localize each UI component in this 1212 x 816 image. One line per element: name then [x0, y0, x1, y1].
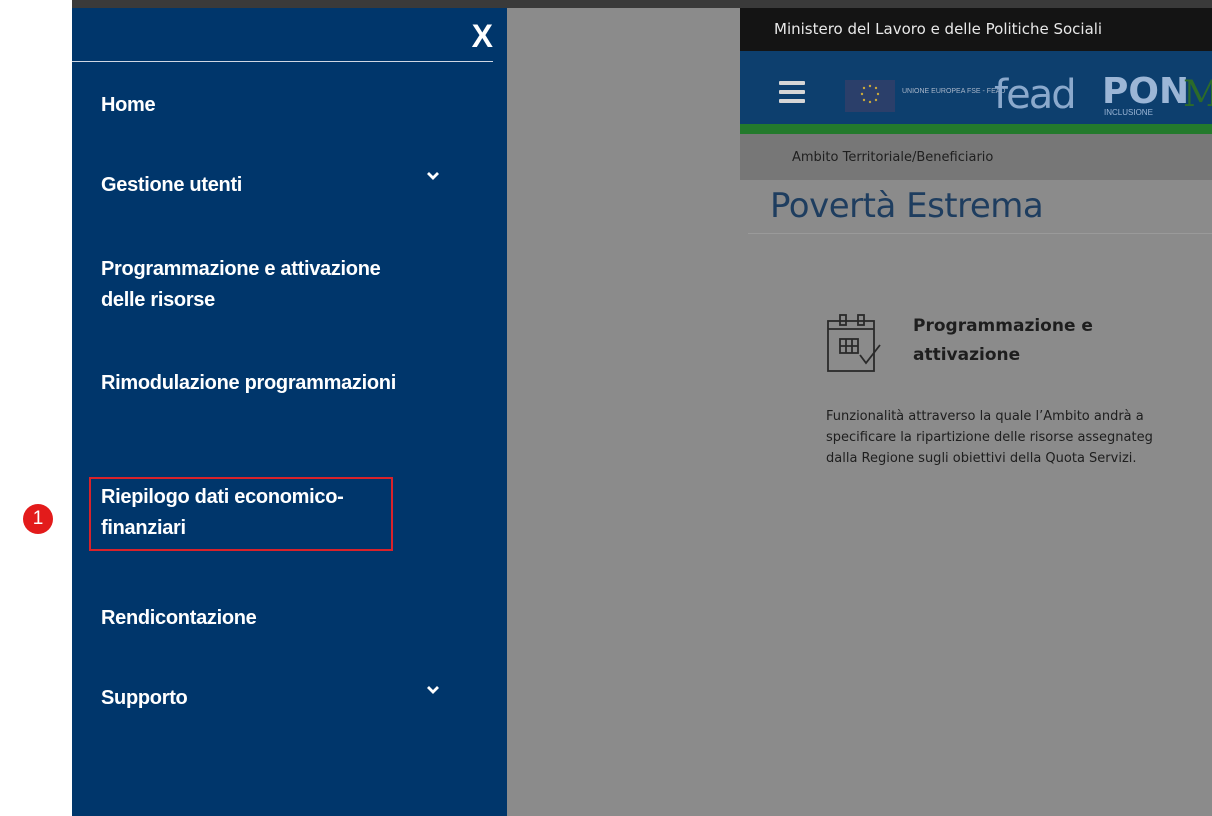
hamburger-menu-icon[interactable]: [779, 81, 805, 105]
card-description-line: Funzionalità attraverso la quale l’Ambit…: [826, 409, 1144, 424]
sidebar-item-gestione-utenti[interactable]: Gestione utenti: [101, 170, 401, 201]
breadcrumb[interactable]: Ambito Territoriale/Beneficiario: [792, 150, 993, 165]
fead-logo: fead: [994, 72, 1077, 118]
sidebar-item-supporto[interactable]: Supporto: [101, 683, 401, 714]
card-description: Funzionalità attraverso la quale l’Ambit…: [826, 406, 1212, 469]
sidebar-item-rendicontazione[interactable]: Rendicontazione: [101, 603, 401, 634]
sidebar-menu: X Home Gestione utenti Programmazione e …: [72, 8, 507, 816]
ministry-header: Ministero del Lavoro e delle Politiche S…: [740, 8, 1212, 51]
pon-logo: PON: [1102, 71, 1190, 112]
calendar-icon[interactable]: [826, 313, 884, 375]
brand-bar-stripe: [740, 124, 1212, 134]
card-title[interactable]: Programmazione e attivazione: [913, 312, 1173, 370]
pon-logo-subtitle: INCLUSIONE: [1104, 108, 1153, 117]
card-description-line: dalla Regione sugli obiettivi della Quot…: [826, 451, 1137, 466]
sidebar-item-programmazione[interactable]: Programmazione e attivazione delle risor…: [101, 254, 401, 316]
card-description-line: specificare la ripartizione delle risors…: [826, 430, 1153, 445]
ministry-logo: M: [1183, 74, 1212, 115]
close-sidebar-button[interactable]: X: [472, 18, 493, 54]
chevron-down-icon[interactable]: [426, 169, 440, 183]
title-divider: [748, 233, 1212, 234]
eu-logo-text: UNIONE EUROPEA FSE - FEAD: [902, 88, 1006, 95]
sidebar-item-rimodulazione[interactable]: Rimodulazione programmazioni: [101, 368, 401, 399]
sidebar-item-home[interactable]: Home: [101, 90, 401, 121]
step-number-badge: 1: [23, 504, 53, 534]
highlight-box: [89, 477, 393, 551]
top-strip: [72, 0, 1212, 8]
eu-flag-logo: [845, 80, 895, 112]
chevron-down-icon[interactable]: [426, 683, 440, 697]
page-title: Povertà Estrema: [770, 186, 1044, 226]
sidebar-divider: [72, 61, 493, 62]
